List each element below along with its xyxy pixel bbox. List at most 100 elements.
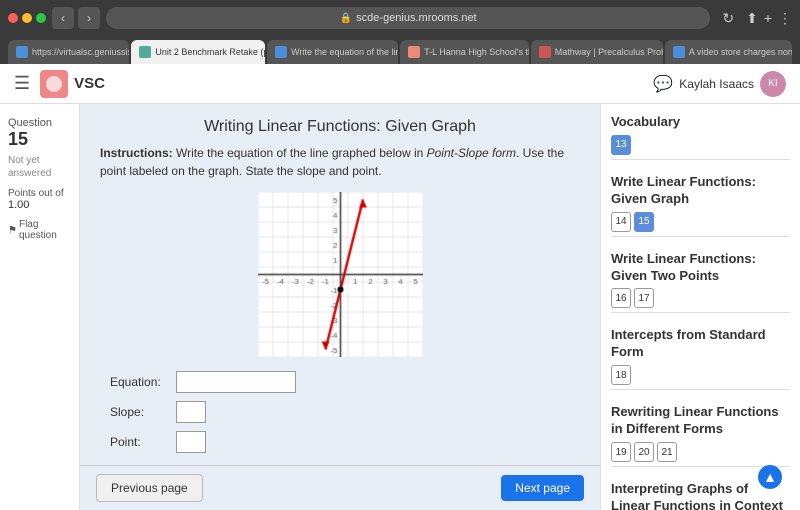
point-input[interactable] <box>176 431 206 453</box>
tab-4[interactable]: Mathway | Precalculus Problem... <box>531 40 663 64</box>
slope-label: Slope: <box>110 405 170 419</box>
close-dot[interactable] <box>8 13 18 23</box>
hamburger-icon[interactable]: ☰ <box>14 73 30 94</box>
site-name: VSC <box>74 75 105 92</box>
badge-19[interactable]: 19 <box>611 442 631 462</box>
badge-row-4: 192021 <box>611 442 790 462</box>
tab-label-4: Mathway | Precalculus Problem... <box>555 47 663 57</box>
quiz-sidebar: Question 15 Not yet answered Points out … <box>0 104 80 510</box>
tab-favicon-4 <box>539 46 551 58</box>
sidebar-section-2: Write Linear Functions: Given Two Points… <box>611 251 790 314</box>
new-tab-icon[interactable]: + <box>764 10 772 26</box>
graph-area <box>258 192 423 357</box>
badge-row-0: 13 <box>611 135 790 155</box>
forward-button[interactable]: › <box>78 7 100 29</box>
divider-0 <box>611 159 790 160</box>
address-text: scde-genius.mrooms.net <box>356 12 476 24</box>
equation-input[interactable] <box>176 371 296 393</box>
instructions-bold: Instructions: <box>100 146 173 160</box>
point-label: Point: <box>110 435 170 449</box>
point-row: Point: <box>110 431 580 453</box>
next-page-button[interactable]: Next page <box>501 475 584 501</box>
site-logo: VSC <box>40 70 105 98</box>
badge-20[interactable]: 20 <box>634 442 654 462</box>
flag-icon: ⚑ <box>8 225 17 236</box>
badge-14[interactable]: 14 <box>611 212 631 232</box>
share-icon[interactable]: ⬆ <box>746 10 758 27</box>
badge-13[interactable]: 13 <box>611 135 631 155</box>
section-title-0: Vocabulary <box>611 114 790 131</box>
back-button[interactable]: ‹ <box>52 7 74 29</box>
badge-21[interactable]: 21 <box>657 442 677 462</box>
section-title-1: Write Linear Functions: Given Graph <box>611 174 790 208</box>
minimize-dot[interactable] <box>22 13 32 23</box>
reload-button[interactable]: ↻ <box>716 10 740 27</box>
tab-favicon-0 <box>16 46 28 58</box>
content-header: Writing Linear Functions: Given Graph <box>80 104 600 144</box>
maximize-dot[interactable] <box>36 13 46 23</box>
badge-18[interactable]: 18 <box>611 365 631 385</box>
sidebar-section-1: Write Linear Functions: Given Graph 1415 <box>611 174 790 237</box>
section-title-2: Write Linear Functions: Given Two Points <box>611 251 790 285</box>
browser-actions: ⬆ + ⋮ <box>746 10 792 27</box>
previous-page-button[interactable]: Previous page <box>96 474 203 502</box>
sidebar-section-0: Vocabulary 13 <box>611 114 790 160</box>
not-answered-status: Not yet answered <box>8 154 71 180</box>
user-area: 💬 Kaylah Isaacs KI <box>653 71 786 97</box>
main-layout: Question 15 Not yet answered Points out … <box>0 104 800 510</box>
equation-row: Equation: <box>110 371 580 393</box>
user-avatar[interactable]: KI <box>760 71 786 97</box>
tab-3[interactable]: T-L Hanna High School's theat... <box>400 40 529 64</box>
tab-label-3: T-L Hanna High School's theat... <box>424 47 529 57</box>
divider-2 <box>611 312 790 313</box>
address-bar[interactable]: 🔒 scde-genius.mrooms.net <box>106 7 710 29</box>
divider-1 <box>611 236 790 237</box>
tab-label-2: Write the equation of the line gr... <box>291 47 398 57</box>
page-title: Writing Linear Functions: Given Graph <box>100 118 580 136</box>
divider-3 <box>611 389 790 390</box>
tab-favicon-5 <box>673 46 685 58</box>
browser-nav: ‹ › <box>52 7 100 29</box>
tab-favicon-3 <box>408 46 420 58</box>
tab-favicon-2 <box>275 46 287 58</box>
scroll-up-button[interactable]: ▲ <box>758 465 782 489</box>
logo-image <box>40 70 68 98</box>
tab-0[interactable]: https://virtualsc.geniussis.co... <box>8 40 129 64</box>
section-title-3: Intercepts from Standard Form <box>611 327 790 361</box>
points-value: 1.00 <box>8 199 71 211</box>
right-sidebar: Vocabulary 13 Write Linear Functions: Give… <box>600 104 800 510</box>
equation-label: Equation: <box>110 375 170 389</box>
slope-input[interactable] <box>176 401 206 423</box>
tabs-bar: https://virtualsc.geniussis.co... Unit 2… <box>0 36 800 64</box>
tab-1[interactable]: Unit 2 Benchmark Retake (page... <box>131 40 265 64</box>
badge-row-1: 1415 <box>611 212 790 232</box>
bottom-bar: Previous page Next page <box>80 465 600 510</box>
tab-label-0: https://virtualsc.geniussis.co... <box>32 47 129 57</box>
tab-favicon-1 <box>139 46 151 58</box>
question-label-text: Question 15 <box>8 114 71 150</box>
browser-chrome: ‹ › 🔒 scde-genius.mrooms.net ↻ ⬆ + ⋮ <box>0 0 800 36</box>
menu-icon[interactable]: ⋮ <box>778 10 792 27</box>
instructions-text: Instructions: Write the equation of the … <box>100 144 580 180</box>
sidebar-section-3: Intercepts from Standard Form 18 <box>611 327 790 390</box>
section-title-4: Rewriting Linear Functions in Different … <box>611 404 790 438</box>
chat-icon[interactable]: 💬 <box>653 74 673 94</box>
question-number: 15 <box>8 129 28 149</box>
form-fields: Equation: Slope: Point: <box>110 371 580 453</box>
tab-label-5: A video store charges non-me... <box>689 47 792 57</box>
slope-row: Slope: <box>110 401 580 423</box>
question-label: Question <box>8 117 52 129</box>
flag-question-button[interactable]: ⚑ Flag question <box>8 219 71 241</box>
badge-15[interactable]: 15 <box>634 212 654 232</box>
badge-17[interactable]: 17 <box>634 288 654 308</box>
flag-label: Flag question <box>19 219 71 241</box>
badge-row-2: 1617 <box>611 288 790 308</box>
lock-icon: 🔒 <box>340 13 352 24</box>
badge-16[interactable]: 16 <box>611 288 631 308</box>
tab-2[interactable]: Write the equation of the line gr... <box>267 40 398 64</box>
tab-5[interactable]: A video store charges non-me... <box>665 40 792 64</box>
points-label: Points out of <box>8 188 71 199</box>
badge-row-3: 18 <box>611 365 790 385</box>
user-name[interactable]: Kaylah Isaacs <box>679 77 754 91</box>
sidebar-section-4: Rewriting Linear Functions in Different … <box>611 404 790 467</box>
